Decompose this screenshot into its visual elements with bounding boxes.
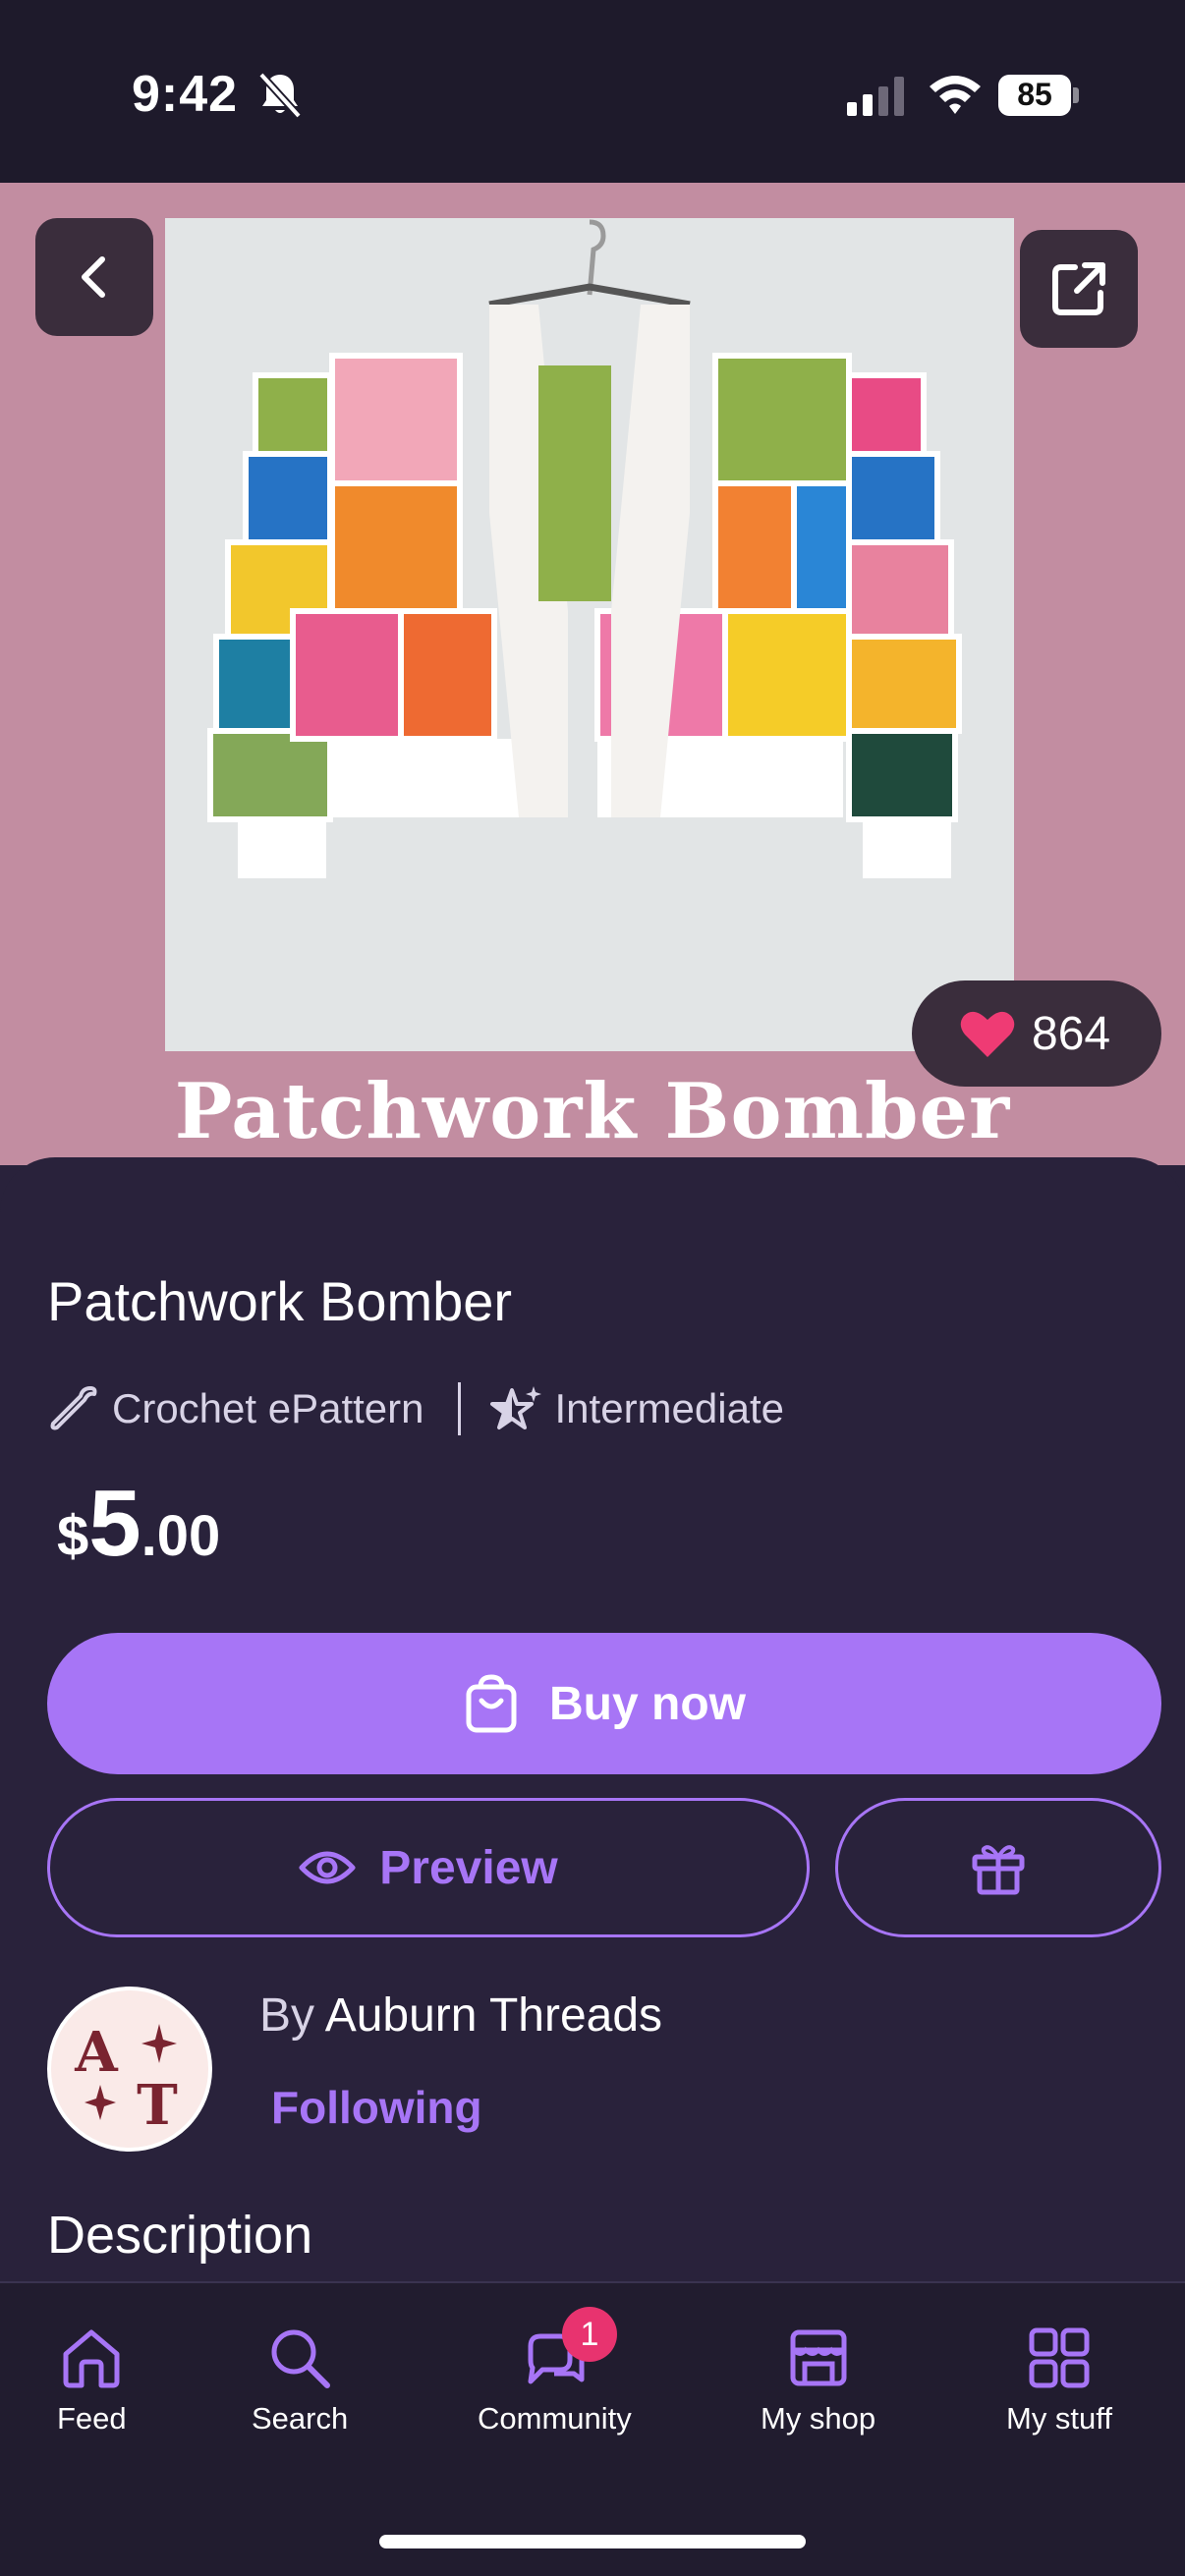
back-button[interactable]: [35, 218, 153, 336]
product-screen: 9:42 85 Patchwork Bomber 864 Patchwork B…: [0, 0, 1185, 2576]
eye-icon: [299, 1851, 356, 1884]
share-button[interactable]: [1020, 230, 1138, 348]
battery-icon: 85: [998, 75, 1079, 116]
buy-now-label: Buy now: [549, 1677, 746, 1730]
price-cents: .00: [141, 1504, 221, 1568]
tab-search[interactable]: Search: [252, 2324, 348, 2436]
like-count: 864: [1032, 1007, 1111, 1060]
battery-cap: [1073, 87, 1079, 103]
svg-text:A: A: [74, 2020, 119, 2085]
product-title: Patchwork Bomber: [47, 1270, 513, 1332]
gift-button[interactable]: [835, 1798, 1161, 1937]
wifi-icon: [930, 76, 981, 114]
share-icon: [1052, 262, 1105, 315]
byline-prefix: By: [259, 1989, 315, 2042]
like-button[interactable]: 864: [912, 980, 1161, 1087]
svg-text:T: T: [137, 2073, 178, 2138]
meta-divider: [457, 1382, 461, 1435]
search-icon: [271, 2329, 331, 2388]
gift-icon: [972, 1845, 1025, 1895]
seller-logo: A T: [74, 2020, 178, 2138]
product-image[interactable]: [165, 218, 1014, 1051]
price-currency: $: [57, 1504, 89, 1568]
home-indicator[interactable]: [379, 2535, 806, 2548]
preview-button[interactable]: Preview: [47, 1798, 810, 1937]
product-details: Patchwork Bomber Crochet ePattern Interm…: [0, 1157, 1185, 2283]
back-chevron-icon: [82, 256, 105, 298]
tab-community-label: Community: [478, 2401, 632, 2436]
seller-avatar[interactable]: A T: [47, 1987, 212, 2152]
product-difficulty: Intermediate: [554, 1385, 784, 1431]
grid-icon: [1029, 2327, 1090, 2388]
preview-label: Preview: [379, 1841, 558, 1894]
heart-icon: [960, 1011, 1015, 1057]
community-badge: 1: [562, 2307, 617, 2362]
description-heading: Description: [47, 2206, 313, 2265]
buy-now-button[interactable]: Buy now: [47, 1633, 1161, 1774]
seller-byline: By Auburn Threads: [259, 1988, 662, 2043]
tab-my-stuff[interactable]: My stuff: [1006, 2324, 1112, 2436]
tab-feed[interactable]: Feed: [57, 2324, 127, 2436]
price-whole: 5: [88, 1471, 141, 1576]
shopping-bag-icon: [466, 1674, 517, 1733]
product-type: Crochet ePattern: [112, 1385, 424, 1431]
tab-community[interactable]: 1 Community: [478, 2307, 632, 2436]
tab-my-shop[interactable]: My shop: [761, 2324, 875, 2436]
star-sparkle-icon: [489, 1386, 541, 1429]
signal-icon: [847, 77, 904, 116]
tab-feed-label: Feed: [57, 2401, 127, 2436]
tab-search-label: Search: [252, 2401, 349, 2436]
follow-button[interactable]: Following: [271, 2081, 482, 2134]
crochet-hook-icon: [50, 1386, 97, 1430]
bottom-tab-bar: Feed Search 1 Community My shop My stuff: [0, 2281, 1185, 2576]
bell-slash-icon: [258, 72, 302, 119]
battery-level: 85: [1017, 77, 1052, 112]
tab-my-shop-label: My shop: [761, 2401, 876, 2436]
home-icon: [63, 2329, 120, 2388]
status-time: 9:42: [132, 66, 239, 123]
status-bar: 9:42 85: [0, 0, 1185, 183]
product-price: $ 5 .00: [57, 1470, 220, 1578]
seller-name[interactable]: Auburn Threads: [325, 1989, 662, 2042]
tab-my-stuff-label: My stuff: [1006, 2401, 1112, 2436]
product-meta: Crochet ePattern Intermediate: [47, 1379, 784, 1438]
store-icon: [790, 2329, 847, 2386]
